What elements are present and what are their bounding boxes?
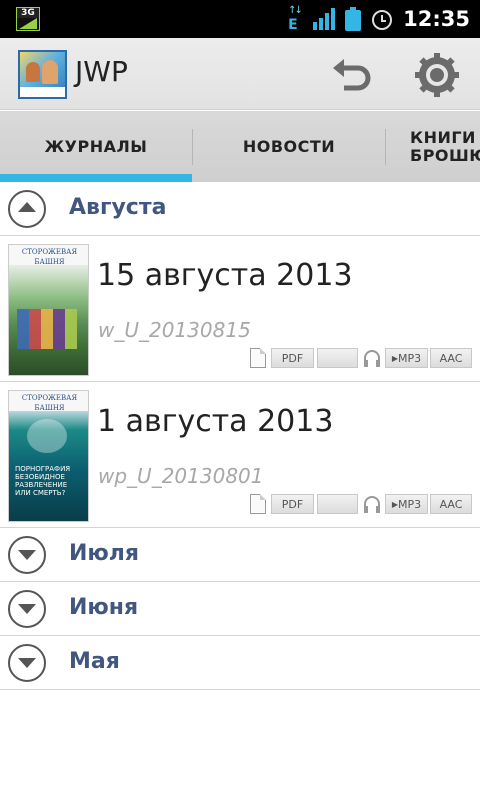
document-icon <box>250 348 266 368</box>
data-type-label: E <box>288 17 298 33</box>
app-logo-icon[interactable] <box>18 50 67 99</box>
cover-masthead: СТОРОЖЕВАЯ БАШНЯ <box>9 245 88 266</box>
group-label: Мая <box>69 649 120 674</box>
expand-icon[interactable] <box>8 590 46 628</box>
tab-books[interactable]: КНИГИ И БРОШЮ <box>386 111 480 182</box>
mp3-label: MP3 <box>398 351 422 365</box>
group-label: Июля <box>69 541 140 566</box>
download-mp3-button[interactable]: ▶ MP3 <box>385 494 428 514</box>
3g-icon: 3G <box>16 7 40 31</box>
undo-icon <box>333 59 371 91</box>
status-bar: 3G ↑↓ E 12:35 <box>0 0 480 38</box>
download-pdf-button[interactable]: PDF <box>271 348 314 368</box>
network-indicator: 3G <box>16 7 40 31</box>
issue-cover-image[interactable]: СТОРОЖЕВАЯ БАШНЯ <box>8 244 89 376</box>
download-epub-button[interactable] <box>317 494 358 514</box>
tab-bar: ЖУРНАЛЫ НОВОСТИ КНИГИ И БРОШЮ <box>0 111 480 182</box>
issue-row[interactable]: СТОРОЖЕВАЯ БАШНЯ 15 августа 2013 w_U_201… <box>0 236 480 382</box>
battery-icon <box>345 7 362 31</box>
app-title: JWP <box>75 55 128 88</box>
settings-icon <box>415 53 459 97</box>
group-header-june[interactable]: Июня <box>0 582 480 636</box>
settings-button[interactable] <box>414 52 460 98</box>
collapse-icon[interactable] <box>8 190 46 228</box>
download-aac-button[interactable]: AAC <box>430 494 472 514</box>
issue-title: 1 августа 2013 <box>97 404 334 439</box>
issue-title: 15 августа 2013 <box>97 258 353 293</box>
document-icon <box>250 494 266 514</box>
status-time: 12:35 <box>403 7 470 31</box>
tab-books-line2: БРОШЮ <box>410 145 480 165</box>
headphones-icon <box>364 350 380 367</box>
group-label: Августа <box>69 195 167 220</box>
data-activity-icon: ↑↓ E <box>288 5 303 33</box>
cover-masthead: СТОРОЖЕВАЯ БАШНЯ <box>9 391 88 412</box>
selected-tab-indicator <box>0 174 192 182</box>
alarm-icon <box>371 8 393 30</box>
download-pdf-button[interactable]: PDF <box>271 494 314 514</box>
tab-books-line1: КНИГИ И <box>410 127 480 147</box>
cover-text: ПОРНОГРАФИЯ БЕЗОБИДНОЕ РАЗВЛЕЧЕНИЕ ИЛИ С… <box>15 465 71 497</box>
issue-code: w_U_20130815 <box>98 318 251 342</box>
action-bar: JWP <box>0 38 480 110</box>
expand-icon[interactable] <box>8 536 46 574</box>
group-header-july[interactable]: Июля <box>0 528 480 582</box>
group-label: Июня <box>69 595 139 620</box>
tab-news[interactable]: НОВОСТИ <box>193 111 385 182</box>
issue-cover-image[interactable]: СТОРОЖЕВАЯ БАШНЯ ПОРНОГРАФИЯ БЕЗОБИДНОЕ … <box>8 390 89 522</box>
group-header-august[interactable]: Августа <box>0 182 480 236</box>
network-label: 3G <box>17 8 39 18</box>
download-aac-button[interactable]: AAC <box>430 348 472 368</box>
download-epub-button[interactable] <box>317 348 358 368</box>
issue-row[interactable]: СТОРОЖЕВАЯ БАШНЯ ПОРНОГРАФИЯ БЕЗОБИДНОЕ … <box>0 382 480 528</box>
tab-journals[interactable]: ЖУРНАЛЫ <box>0 111 192 182</box>
group-header-may[interactable]: Мая <box>0 636 480 690</box>
expand-icon[interactable] <box>8 644 46 682</box>
undo-button[interactable] <box>330 54 374 94</box>
download-mp3-button[interactable]: ▶ MP3 <box>385 348 428 368</box>
mp3-label: MP3 <box>398 497 422 511</box>
headphones-icon <box>364 496 380 513</box>
signal-strength-icon <box>313 8 336 30</box>
issue-code: wp_U_20130801 <box>98 464 264 488</box>
